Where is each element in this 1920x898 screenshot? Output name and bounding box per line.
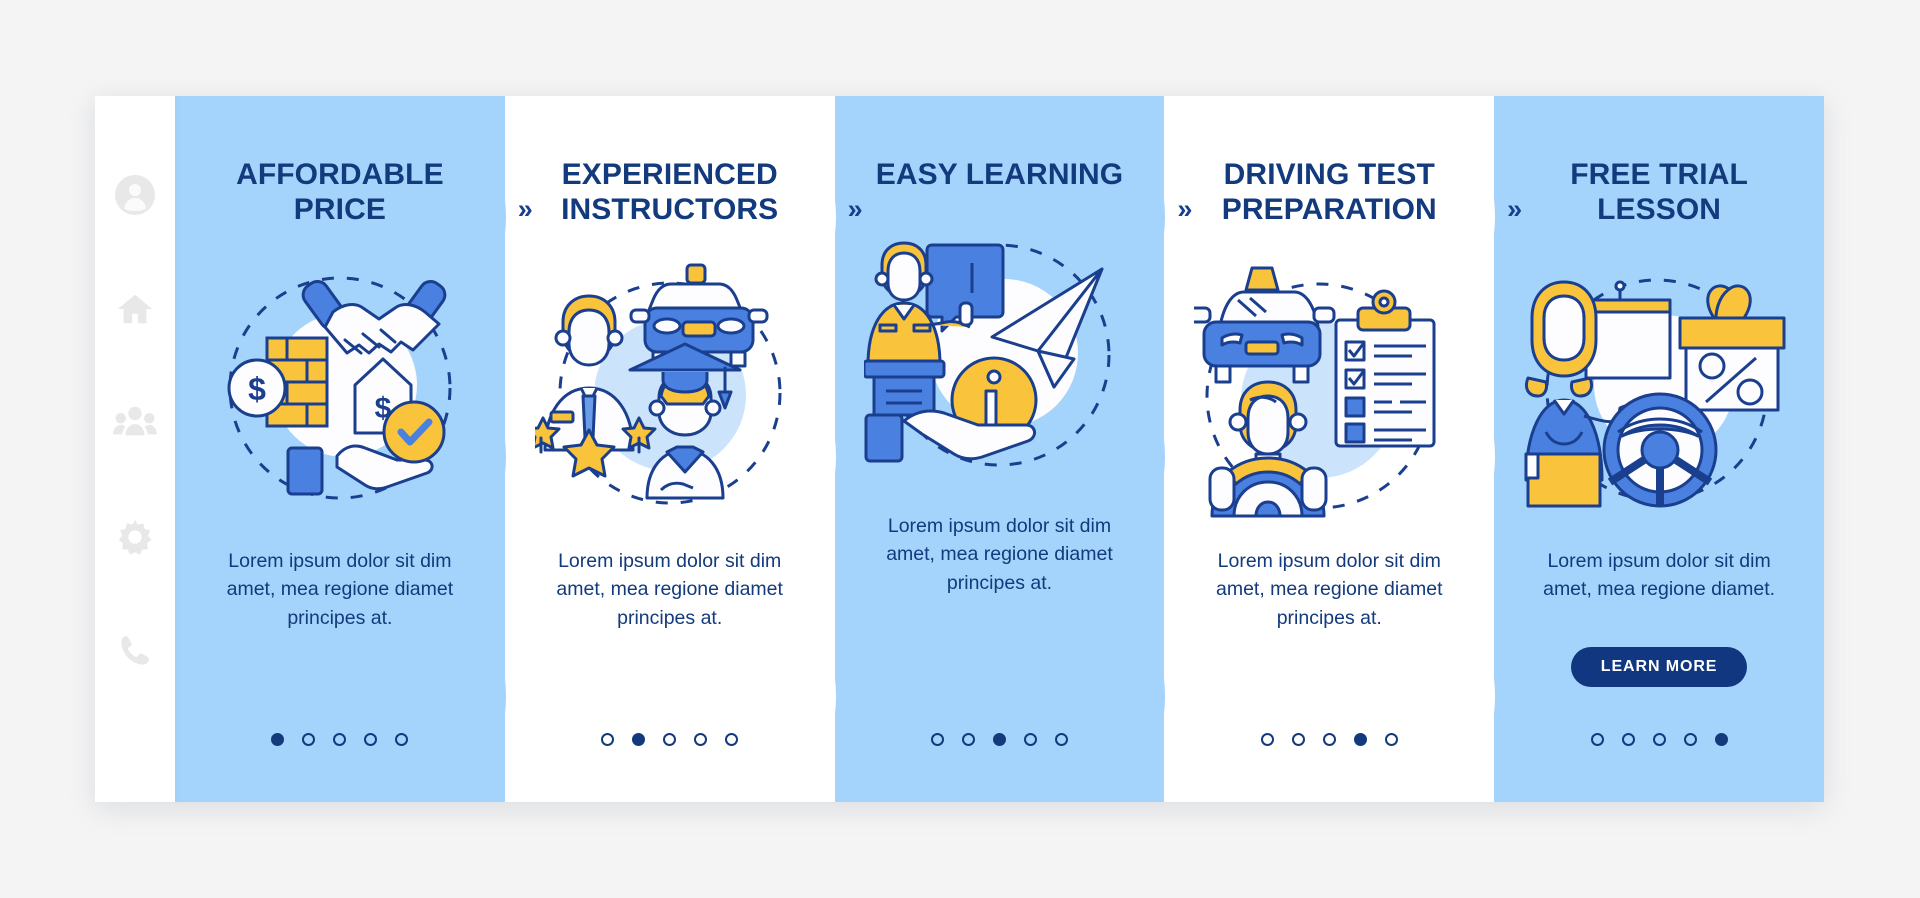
pagination-dot-2[interactable] [632, 733, 646, 746]
card-title: EXPERIENCED INSTRUCTORS [561, 158, 779, 226]
card-title: AFFORDABLE PRICE [236, 158, 444, 226]
card-body: Lorem ipsum dolor sit dim amet, mea regi… [226, 549, 454, 629]
handshake-money-illustration: $ $ [205, 260, 475, 525]
onboarding-card-1: AFFORDABLE PRICE $ $ Lorem ipsum dolor s… [175, 96, 533, 802]
onboarding-frame: AFFORDABLE PRICE $ $ Lorem ipsum dolor s… [95, 96, 1824, 802]
pagination-dot-5[interactable] [395, 733, 409, 746]
phone-icon [116, 632, 154, 670]
pagination-dot-2[interactable] [1621, 733, 1635, 746]
onboarding-card-2: EXPERIENCED INSTRUCTORS Lorem ipsum dolo… [504, 96, 863, 802]
pagination-dot-5[interactable] [725, 733, 739, 746]
pagination-dot-3[interactable] [663, 733, 677, 746]
pagination-dots [1164, 733, 1494, 746]
pagination-dots [505, 733, 835, 746]
card-body: Lorem ipsum dolor sit dim amet, mea regi… [556, 549, 783, 629]
card-body: Lorem ipsum dolor sit dim amet, mea regi… [1543, 549, 1776, 601]
onboarding-card-4: DRIVING TEST PREPARATION Lorem ipsum dol… [1164, 96, 1522, 802]
pagination-dots [175, 733, 505, 746]
pagination-dots [835, 733, 1165, 746]
pagination-dot-5[interactable] [1714, 733, 1728, 746]
car-driver-checklist-illustration [1194, 260, 1464, 525]
sidebar-item-home[interactable] [114, 288, 156, 330]
sidebar [95, 96, 175, 802]
card-title: DRIVING TEST PREPARATION [1221, 158, 1437, 226]
chevron-next-icon[interactable]: » [848, 196, 863, 223]
onboarding-card-3: EASY LEARNING Lorem ipsum dolor sit dim … [834, 96, 1192, 802]
chevron-next-icon[interactable]: » [1507, 196, 1522, 223]
pagination-dot-4[interactable] [1353, 733, 1367, 746]
pagination-dot-5[interactable] [1054, 733, 1068, 746]
sidebar-item-profile[interactable] [114, 174, 156, 216]
user-avatar-icon [114, 174, 156, 216]
instructor-graduate-car-illustration [534, 260, 805, 525]
svg-text:$: $ [248, 371, 266, 407]
pagination-dot-3[interactable] [992, 733, 1006, 746]
sidebar-item-contact[interactable] [114, 630, 156, 672]
pagination-dot-3[interactable] [1652, 733, 1666, 746]
pagination-dot-4[interactable] [1023, 733, 1037, 746]
card-title: EASY LEARNING [875, 158, 1124, 191]
pagination-dot-1[interactable] [1260, 733, 1274, 746]
pagination-dot-2[interactable] [1291, 733, 1305, 746]
onboarding-card-5: FREE TRIAL LESSON Lorem ipsum dolor sit … [1494, 96, 1824, 802]
sidebar-item-community[interactable] [113, 402, 157, 444]
card-body: Lorem ipsum dolor sit dim amet, mea regi… [1216, 549, 1443, 629]
card-title: FREE TRIAL LESSON [1570, 158, 1748, 226]
pagination-dot-2[interactable] [302, 733, 316, 746]
teacher-info-paperplane-illustration [864, 225, 1134, 490]
pagination-dot-4[interactable] [694, 733, 708, 746]
gear-icon [115, 517, 155, 557]
people-group-icon [113, 403, 157, 443]
pagination-dot-3[interactable] [1322, 733, 1336, 746]
pagination-dot-1[interactable] [1590, 733, 1604, 746]
pagination-dots [1494, 733, 1824, 746]
screenshot-root: AFFORDABLE PRICE $ $ Lorem ipsum dolor s… [0, 0, 1920, 898]
pagination-dot-4[interactable] [1683, 733, 1697, 746]
sidebar-item-settings[interactable] [114, 516, 156, 558]
svg-text:$: $ [375, 392, 392, 425]
pagination-dot-1[interactable] [601, 733, 615, 746]
pagination-dot-5[interactable] [1384, 733, 1398, 746]
pagination-dot-1[interactable] [271, 733, 285, 746]
teacher-gift-steeringwheel-illustration [1524, 260, 1794, 525]
learn-more-button[interactable]: LEARN MORE [1570, 647, 1748, 688]
pagination-dot-3[interactable] [333, 733, 347, 746]
home-icon [115, 289, 155, 329]
pagination-dot-4[interactable] [364, 733, 378, 746]
pagination-dot-2[interactable] [961, 733, 975, 746]
chevron-next-icon[interactable]: » [1177, 196, 1192, 223]
pagination-dot-1[interactable] [930, 733, 944, 746]
chevron-next-icon[interactable]: » [518, 196, 533, 223]
card-body: Lorem ipsum dolor sit dim amet, mea regi… [886, 514, 1113, 594]
onboarding-cards: AFFORDABLE PRICE $ $ Lorem ipsum dolor s… [175, 96, 1824, 802]
